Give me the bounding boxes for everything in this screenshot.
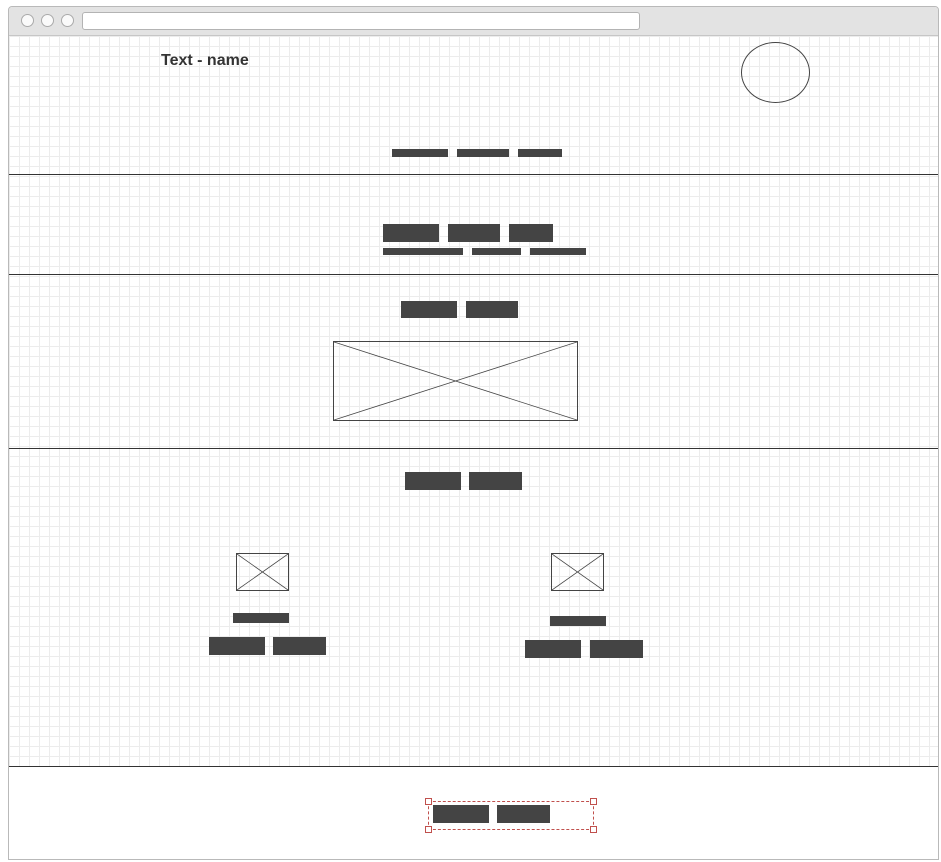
image-placeholder-icon (236, 553, 289, 591)
footer-button[interactable] (433, 805, 489, 823)
address-bar[interactable] (82, 12, 640, 30)
heading-block (405, 472, 461, 490)
section-divider (9, 448, 938, 449)
nav-item[interactable] (392, 149, 448, 157)
card-button[interactable] (525, 640, 581, 658)
footer (9, 766, 938, 859)
card-button[interactable] (590, 640, 643, 658)
heading-block (448, 224, 500, 242)
resize-handle[interactable] (425, 826, 432, 833)
resize-handle[interactable] (590, 826, 597, 833)
maximize-window-button[interactable] (61, 14, 74, 27)
heading-block (383, 224, 439, 242)
card-button[interactable] (273, 637, 326, 655)
section-divider (9, 174, 938, 175)
text-line-block (530, 248, 586, 255)
heading-block (401, 301, 457, 318)
browser-window: Text - name (8, 6, 939, 860)
title-bar (9, 7, 938, 36)
heading-block (509, 224, 553, 242)
text-line-block (472, 248, 521, 255)
heading-block (469, 472, 522, 490)
card-title-block (233, 613, 289, 623)
image-placeholder-icon (551, 553, 604, 591)
wireframe-canvas: Text - name (9, 36, 938, 766)
resize-handle[interactable] (590, 798, 597, 805)
close-window-button[interactable] (21, 14, 34, 27)
text-line-block (383, 248, 463, 255)
footer-button[interactable] (497, 805, 550, 823)
resize-handle[interactable] (425, 798, 432, 805)
avatar-placeholder (741, 42, 810, 103)
section-divider (9, 274, 938, 275)
heading-block (466, 301, 518, 318)
card-button[interactable] (209, 637, 265, 655)
nav-item[interactable] (518, 149, 562, 157)
nav-item[interactable] (457, 149, 509, 157)
image-placeholder-icon (333, 341, 578, 421)
minimize-window-button[interactable] (41, 14, 54, 27)
page-title: Text - name (161, 52, 249, 69)
card-title-block (550, 616, 606, 626)
